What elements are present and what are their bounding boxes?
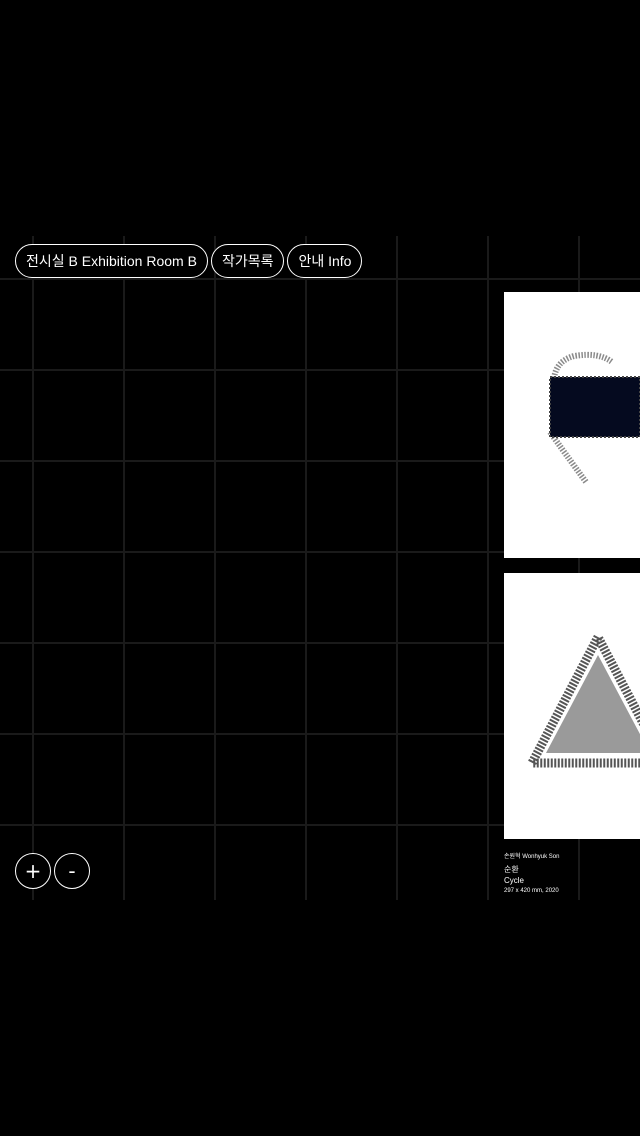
zoom-in-button[interactable]: + xyxy=(15,853,51,889)
dark-rectangle-with-curved-strokes-artwork-icon xyxy=(504,292,640,558)
grey-triangle-with-serrated-outline-artwork-icon xyxy=(504,573,640,839)
artwork-thumbnail-2[interactable] xyxy=(504,573,640,839)
artwork-thumbnail-1[interactable] xyxy=(504,292,640,558)
artwork-title-english: Cycle xyxy=(504,876,525,885)
info-button[interactable]: 안내 Info xyxy=(287,244,363,278)
artwork-title-korean: 순환 xyxy=(504,865,519,874)
artists-list-button[interactable]: 작가목록 xyxy=(210,244,285,278)
zoom-controls: + - xyxy=(15,853,90,889)
zoom-out-button[interactable]: - xyxy=(54,853,90,889)
top-navigation: 전시실 B Exhibition Room B 작가목록 안내 Info xyxy=(15,244,363,278)
exhibition-room-button[interactable]: 전시실 B Exhibition Room B xyxy=(15,244,208,278)
exhibition-viewer: 전시실 B Exhibition Room B 작가목록 안내 Info 손원혁… xyxy=(0,0,640,1136)
artist-name: 손원혁 Wonhyuk Son xyxy=(504,854,560,860)
artwork-caption: 손원혁 Wonhyuk Son 순환 Cycle 297 x 420 mm, 2… xyxy=(504,853,634,896)
artwork-specification: 297 x 420 mm, 2020 xyxy=(504,888,559,894)
